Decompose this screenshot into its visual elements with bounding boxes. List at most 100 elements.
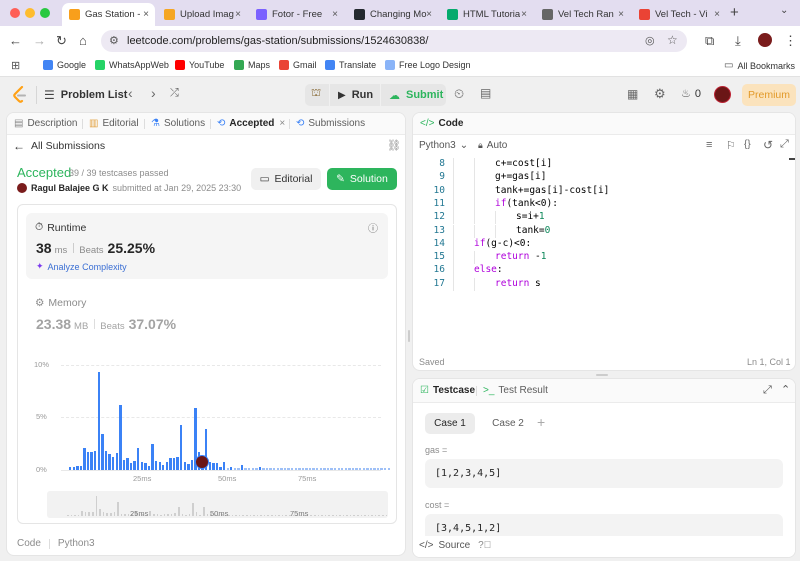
bookmark-whatsappweb[interactable]: WhatsAppWeb [95,60,169,70]
code-line[interactable]: 12 s=i+1 [413,211,793,225]
home-icon[interactable]: ⌂ [79,33,87,49]
debug-button[interactable]: ⛫ [305,84,329,106]
language-select[interactable]: Python3 ⌄ [419,140,468,151]
braces-icon[interactable]: {} [744,139,751,150]
premium-button[interactable]: Premium [742,84,796,106]
close-tab-icon[interactable]: × [143,9,149,20]
next-problem-chevron-icon[interactable]: › [151,85,156,101]
reload-icon[interactable]: ↻ [56,33,67,49]
code-line[interactable]: 8 c+=cost[i] [413,158,793,172]
shuffle-icon[interactable]: ⤮ [170,87,179,100]
problem-list-button[interactable]: ☰ Problem List [44,88,127,102]
code-line[interactable]: 17 return s [413,277,793,291]
address-bar[interactable]: ⚙ leetcode.com/problems/gas-station/subm… [101,30,687,52]
submit-button[interactable]: ☁ Submit [381,84,446,106]
solution-button[interactable]: ✎ Solution [327,168,397,190]
settings-gear-icon[interactable]: ⚙ [654,86,666,102]
site-info-icon[interactable]: ⚙ [109,34,119,47]
analyze-complexity-link[interactable]: ✦ Analyze Complexity [36,261,127,272]
all-bookmarks-button[interactable]: ▭ All Bookmarks [724,60,795,71]
notes-icon[interactable]: ▤ [480,86,491,100]
expand-icon[interactable]: ⤢ [763,384,772,397]
browser-tab[interactable]: HTML Tutoria × [440,3,533,26]
extensions-icon[interactable]: ⧉ [705,33,714,49]
tab-solutions[interactable]: ⚗ Solutions [151,118,205,129]
browser-menu-icon[interactable]: ⋮ [784,33,797,49]
new-tab-button[interactable]: + [730,4,739,21]
browser-tab[interactable]: Fotor - Free × [249,3,344,26]
close-tab-icon[interactable]: × [332,9,338,20]
submitter-name[interactable]: Ragul Balajee G K [31,183,109,193]
bookmark-gmail[interactable]: Gmail [279,60,317,70]
bookmark-free-logo-design[interactable]: Free Logo Design [385,60,471,70]
streak-counter[interactable]: ♨ 0 [681,87,701,101]
case-2-tab[interactable]: Case 2 [483,413,533,434]
code-line[interactable]: 14 if(g-c)<0: [413,237,793,252]
bookmark-maps[interactable]: Maps [234,60,270,70]
prev-problem-chevron-icon[interactable]: ‹ [128,85,133,101]
horizontal-resize-handle[interactable] [596,374,608,376]
panel-resize-handle[interactable] [408,330,410,342]
close-tab-icon[interactable]: × [714,9,720,20]
bookmark-youtube[interactable]: YouTube [175,60,224,70]
close-tab-icon[interactable]: × [279,118,285,129]
forward-arrow-icon[interactable]: → [33,33,46,49]
tab-accepted[interactable]: ⟲ Accepted × [217,118,285,129]
close-window-button[interactable] [10,8,20,18]
source-button[interactable]: </> Source ?⃝ [419,540,491,551]
tab-description[interactable]: ▤ Description [14,118,77,129]
code-line[interactable]: 9 g+=gas[i] [413,171,793,185]
maximize-window-button[interactable] [40,8,50,18]
leetcode-logo-icon[interactable] [12,85,28,104]
gas-input[interactable]: [1,2,3,4,5] [425,459,783,488]
info-icon[interactable]: ⓘ [368,220,378,235]
code-line[interactable]: 15 return -1 [413,251,793,265]
memory-header[interactable]: ⚙ Memory [35,297,86,309]
minimize-window-button[interactable] [25,8,35,18]
bookmark-icon[interactable]: ⚐ [726,139,736,152]
runtime-distribution-chart[interactable]: 10% 5% 0% 25ms 50ms 75ms 25ms 50ms 75ms [26,355,391,520]
tab-testcase[interactable]: ☑ Testcase [420,385,475,396]
download-icon[interactable]: ⤓ [735,33,741,49]
bookmark-translate[interactable]: Translate [325,60,376,70]
code-line[interactable]: 11 if(tank<0): [413,197,793,212]
code-line[interactable]: 10 tank+=gas[i]-cost[i] [413,184,793,198]
browser-tab[interactable]: Vel Tech - Vi × [632,3,726,26]
editorial-button[interactable]: ▭ Editorial [251,168,321,190]
apps-grid-icon[interactable]: ⊞ [11,59,20,72]
tab-editorial[interactable]: ▥ Editorial [89,118,139,129]
tab-code[interactable]: </> Code [420,118,463,129]
close-tab-icon[interactable]: × [618,9,624,20]
close-tab-icon[interactable]: × [235,9,241,20]
auto-mode-toggle[interactable]: 🔒︎ Auto [478,140,507,151]
code-line[interactable]: 16 else: [413,264,793,278]
help-icon[interactable]: ?⃝ [478,540,491,551]
runtime-card[interactable]: ⏱ Runtime ⓘ 38 ms Beats 25.25% ✦ Analyze C… [26,213,388,279]
add-case-icon[interactable]: + [537,414,545,430]
bookmark-star-icon[interactable]: ☆ [667,33,678,47]
browser-tab[interactable]: Changing Mo × [347,3,438,26]
all-submissions-link[interactable]: ← All Submissions [13,139,105,153]
share-link-icon[interactable]: ⛓ [387,139,401,152]
user-avatar[interactable] [714,86,731,103]
editor-scrollbar[interactable] [789,158,795,160]
code-line[interactable]: 13 tank=0 [413,224,793,238]
collapse-chevron-icon[interactable]: ⌃ [781,383,790,396]
run-button[interactable]: ▶ Run [330,84,380,106]
back-arrow-icon[interactable]: ← [9,33,22,49]
fullscreen-icon[interactable]: ⤢ [780,138,789,151]
format-icon[interactable]: ≡ [706,139,712,151]
eye-off-icon[interactable]: ◎ [645,34,655,47]
tab-test-result[interactable]: >_ Test Result [483,385,548,396]
close-tab-icon[interactable]: × [521,9,527,20]
browser-tab[interactable]: Vel Tech Ran × [535,3,630,26]
tab-submissions[interactable]: ⟲ Submissions [296,118,365,129]
browser-tab[interactable]: Upload Imag × [157,3,247,26]
close-tab-icon[interactable]: × [426,9,432,20]
bookmark-google[interactable]: Google [43,60,86,70]
layout-icon[interactable]: ▦ [627,87,638,101]
tab-search-chevron-icon[interactable]: ⌄ [780,5,788,16]
timer-icon[interactable]: ⏲ [454,86,464,102]
browser-tab[interactable]: Gas Station - × [62,3,155,26]
case-1-tab[interactable]: Case 1 [425,413,475,434]
